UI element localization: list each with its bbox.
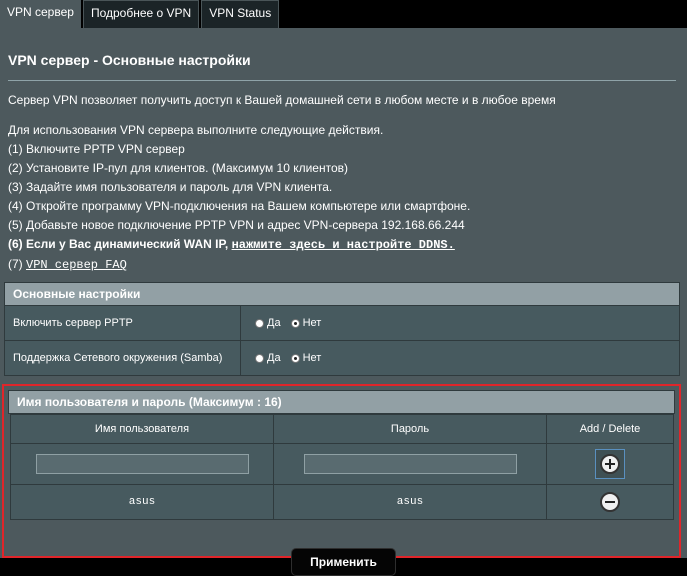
user-row-password: asus — [273, 484, 547, 520]
samba-no-radio[interactable] — [290, 353, 300, 363]
intro-text: Сервер VPN позволяет получить доступ к В… — [8, 93, 556, 107]
samba-yes-option[interactable]: Да — [255, 352, 281, 364]
delete-cell — [546, 484, 674, 520]
vpn-faq-link[interactable]: VPN сервер FAQ — [26, 258, 127, 272]
samba-no-option[interactable]: Нет — [290, 352, 322, 364]
user-row: asus asus — [10, 484, 674, 520]
step-1: (1) Включите PPTP VPN сервер — [8, 142, 185, 156]
page-title: VPN сервер - Основные настройки — [8, 52, 251, 68]
new-username-input[interactable] — [35, 454, 249, 474]
add-user-button[interactable] — [595, 449, 625, 479]
instructions: Для использования VPN сервера выполните … — [8, 121, 470, 275]
tab-vpn-server[interactable]: VPN сервер — [0, 0, 81, 28]
add-cell — [546, 443, 674, 485]
pptp-yes-label: Да — [267, 317, 281, 329]
new-user-row — [10, 443, 674, 485]
samba-support-label: Поддержка Сетевого окружения (Samba) — [5, 341, 241, 375]
pptp-no-label: Нет — [302, 317, 322, 329]
pptp-yes-radio[interactable] — [255, 318, 264, 328]
step-2: (2) Установите IP-пул для клиентов. (Мак… — [8, 161, 349, 175]
samba-yes-radio[interactable] — [255, 353, 264, 363]
title-divider — [8, 80, 676, 81]
ddns-link[interactable]: нажмите здесь и настройте DDNS. — [232, 238, 455, 252]
samba-support-options: Да Нет — [241, 341, 679, 375]
pptp-enable-options: Да Нет — [241, 306, 679, 340]
pptp-no-radio[interactable] — [290, 318, 300, 328]
samba-yes-label: Да — [267, 352, 281, 364]
col-action-header: Add / Delete — [546, 414, 674, 444]
plus-circle-icon — [600, 454, 620, 474]
tab-vpn-status[interactable]: VPN Status — [201, 0, 280, 28]
minus-circle-icon[interactable] — [600, 492, 620, 512]
user-row-username: asus — [10, 484, 274, 520]
tab-vpn-details[interactable]: Подробнее о VPN — [82, 0, 200, 28]
samba-support-row: Поддержка Сетевого окружения (Samba) Да … — [4, 341, 680, 376]
steps-header: Для использования VPN сервера выполните … — [8, 123, 384, 137]
user-accounts-box: Имя пользователя и пароль (Максимум : 16… — [2, 384, 681, 576]
step-7: (7) VPN сервер FAQ — [8, 255, 470, 275]
new-password-cell — [273, 443, 547, 485]
pptp-enable-label: Включить сервер PPTP — [5, 306, 241, 340]
basic-settings-header: Основные настройки — [4, 282, 680, 306]
main-panel: VPN сервер - Основные настройки Сервер V… — [0, 28, 687, 576]
step-3: (3) Задайте имя пользователя и пароль дл… — [8, 180, 333, 194]
samba-no-label: Нет — [302, 352, 322, 364]
pptp-enable-row: Включить сервер PPTP Да Нет — [4, 306, 680, 341]
user-accounts-header: Имя пользователя и пароль (Максимум : 16… — [8, 390, 675, 414]
pptp-yes-option[interactable]: Да — [255, 317, 281, 329]
apply-button[interactable]: Применить — [291, 548, 396, 576]
step-5: (5) Добавьте новое подключение PPTP VPN … — [8, 218, 465, 232]
user-accounts-table: Имя пользователя Пароль Add / Delete asu… — [10, 414, 674, 520]
pptp-no-option[interactable]: Нет — [290, 317, 322, 329]
step-7-text: (7) — [8, 257, 26, 271]
basic-settings-table: Основные настройки Включить сервер PPTP … — [4, 282, 680, 376]
new-username-cell — [10, 443, 274, 485]
new-password-input[interactable] — [303, 454, 517, 474]
tab-bar: VPN сервер Подробнее о VPN VPN Status — [0, 0, 281, 28]
user-table-header-row: Имя пользователя Пароль Add / Delete — [10, 414, 674, 444]
step-6-text: (6) Если у Вас динамический WAN IP, — [8, 237, 232, 251]
col-password-header: Пароль — [273, 414, 547, 444]
step-6: (6) Если у Вас динамический WAN IP, нажм… — [8, 235, 470, 255]
col-username-header: Имя пользователя — [10, 414, 274, 444]
step-4: (4) Откройте программу VPN-подключения н… — [8, 199, 471, 213]
